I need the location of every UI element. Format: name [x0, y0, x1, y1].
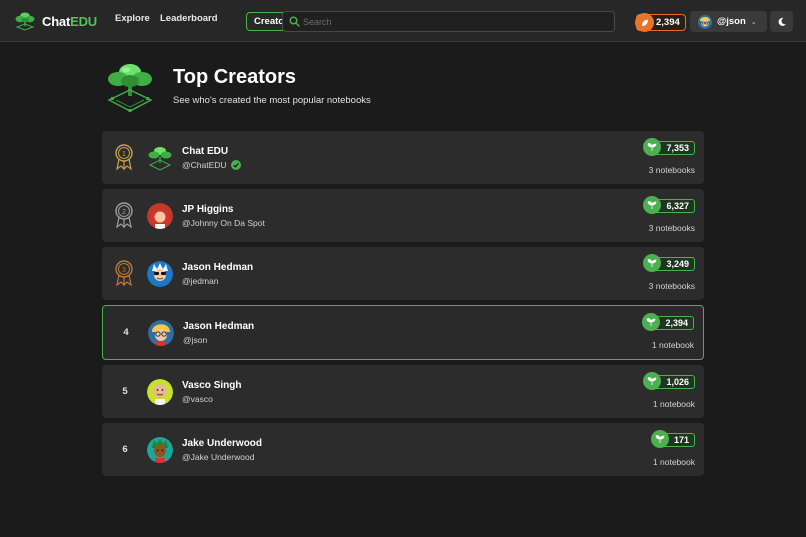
creator-name[interactable]: Jake Underwood [182, 438, 262, 449]
verified-icon [230, 160, 241, 170]
page-title: Top Creators [173, 66, 296, 88]
chevron-down-icon: ⌄ [750, 18, 757, 26]
points-badge: 171 [650, 430, 695, 448]
sprout-icon [643, 372, 662, 390]
blonde-glasses-avatar [148, 320, 174, 346]
sprout-icon [650, 430, 669, 448]
gold-medal-icon: 1 [115, 144, 133, 171]
creator-row[interactable]: 2 JP Higgins @Johnny On Da Spot 6,327 3 … [102, 189, 704, 242]
creator-row[interactable]: 6 Jake Underwood @Jake Underwood 171 1 n… [102, 423, 704, 476]
rank-number: 5 [122, 386, 128, 397]
creator-handle: @ChatEDU [182, 160, 241, 170]
moon-icon [778, 17, 786, 26]
creator-row[interactable]: 3 Jason Hedman @jedman 3,249 3 notebooks [102, 247, 704, 300]
sunglasses-avatar [147, 261, 173, 287]
search-box[interactable] [282, 11, 615, 32]
sprout-icon [642, 313, 661, 331]
creator-name[interactable]: Chat EDU [182, 146, 228, 157]
green-hair-avatar [147, 437, 173, 463]
app-name: ChatEDU [42, 13, 97, 29]
sprout-icon [643, 196, 662, 214]
rank-number: 6 [122, 444, 128, 455]
svg-text:3: 3 [122, 267, 126, 274]
creator-row[interactable]: 5 Vasco Singh @vasco 1,026 1 notebook [102, 365, 704, 418]
svg-text:1: 1 [122, 151, 126, 158]
creator-handle: @Johnny On Da Spot [182, 218, 265, 228]
bronze-medal-icon: 3 [115, 260, 133, 287]
creator-handle: @json [183, 335, 208, 345]
notebook-count: 3 notebooks [648, 165, 695, 175]
sprout-icon [643, 138, 662, 156]
silver-medal-icon: 2 [115, 202, 133, 229]
user-menu-button[interactable]: @json ⌄ [690, 11, 767, 32]
tree-icon [15, 12, 35, 31]
chatedu-logo[interactable]: ChatEDU [14, 10, 97, 32]
chatedu-tree-logo [107, 64, 153, 112]
points-badge: 2,394 [642, 313, 694, 331]
rank-number: 4 [123, 327, 129, 338]
notebook-count: 1 notebook [652, 399, 695, 409]
search-icon [289, 16, 300, 27]
top-nav: ChatEDU Explore Leaderboard Creators 2,3… [0, 0, 806, 42]
search-input[interactable] [303, 14, 603, 29]
coin-icon [635, 13, 654, 32]
points-badge: 7,353 [643, 138, 695, 156]
creator-name[interactable]: JP Higgins [182, 204, 234, 215]
creator-name[interactable]: Jason Hedman [183, 321, 254, 332]
chatedu-avatar [148, 147, 172, 171]
nav-leaderboard[interactable]: Leaderboard [160, 13, 218, 24]
creator-name[interactable]: Jason Hedman [182, 262, 253, 273]
notebook-count: 1 notebook [652, 457, 695, 467]
creator-handle: @vasco [182, 394, 213, 404]
points-badge: 6,327 [643, 196, 695, 214]
creator-handle: @jedman [182, 276, 219, 286]
notebook-count: 1 notebook [651, 340, 694, 350]
bald-avatar [147, 379, 173, 405]
notebook-count: 3 notebooks [648, 223, 695, 233]
creator-row[interactable]: 1 Chat EDU @ChatEDU 7,353 3 notebooks [102, 131, 704, 184]
coin-value: 2,394 [656, 17, 680, 28]
theme-toggle-button[interactable] [770, 11, 793, 32]
page-subtitle: See who's created the most popular noteb… [173, 95, 371, 106]
red-hair-avatar [147, 203, 173, 229]
nav-explore[interactable]: Explore [115, 13, 150, 24]
coin-balance[interactable]: 2,394 [635, 13, 686, 32]
creator-row-current-user[interactable]: 4 Jason Hedman @json 2,394 1 notebook [102, 305, 704, 360]
svg-text:2: 2 [122, 209, 126, 216]
points-badge: 3,249 [643, 254, 695, 272]
creator-handle: @Jake Underwood [182, 452, 255, 462]
user-avatar [698, 14, 712, 29]
sprout-icon [643, 254, 662, 272]
creator-name[interactable]: Vasco Singh [182, 380, 241, 391]
notebook-count: 3 notebooks [648, 281, 695, 291]
user-handle: @json [717, 16, 746, 27]
points-badge: 1,026 [643, 372, 695, 390]
